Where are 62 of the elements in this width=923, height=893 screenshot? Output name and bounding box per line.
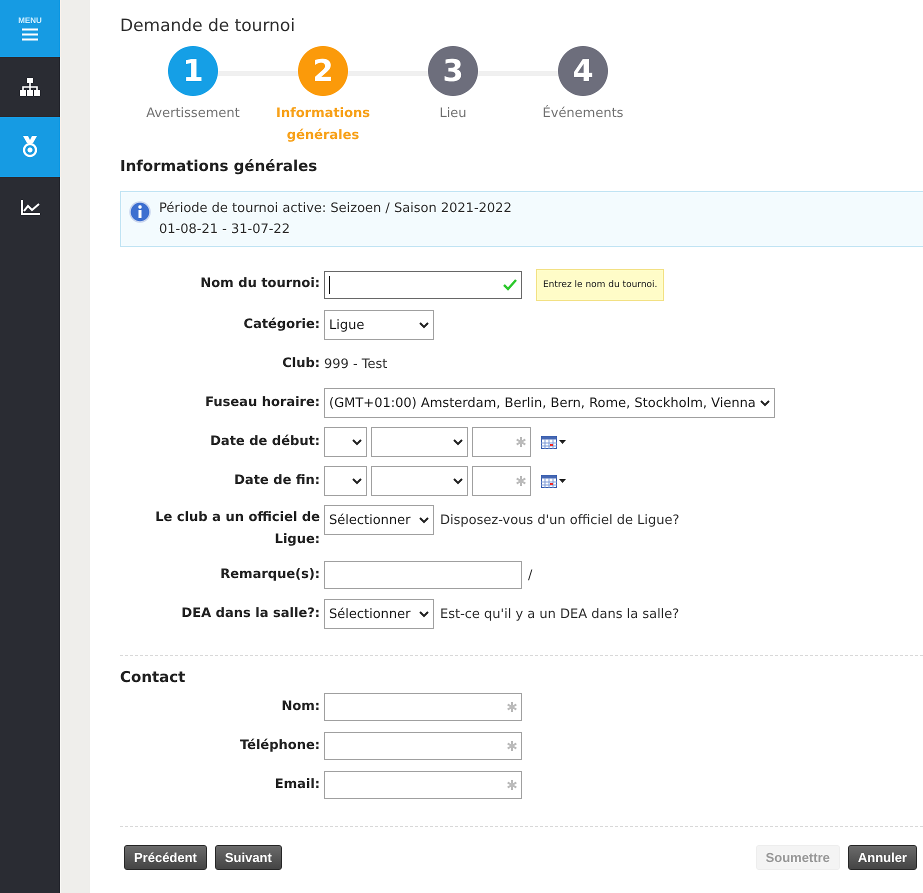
chevron-icon xyxy=(352,438,362,446)
field-label: Le club a un officiel de Ligue: xyxy=(154,509,320,549)
field-label: Catégorie: xyxy=(242,316,320,334)
month-dropdown[interactable] xyxy=(371,427,468,457)
chevron-icon xyxy=(419,610,429,618)
check-icon xyxy=(503,279,517,291)
chevron-icon xyxy=(453,478,463,484)
dropdown[interactable]: Ligue xyxy=(324,310,434,340)
calendar-dropdown-icon[interactable] xyxy=(541,435,567,449)
menu-icon xyxy=(22,28,38,41)
step-label: Informations générales xyxy=(274,105,371,145)
info-text: 01-08-21 - 31-07-22 xyxy=(159,221,291,239)
chevron-icon xyxy=(419,516,429,524)
field-label: Nom: xyxy=(280,698,320,716)
medal-icon xyxy=(22,136,38,158)
sitemap-icon xyxy=(20,78,40,96)
step-number[interactable]: 4 xyxy=(558,46,608,96)
text-field[interactable] xyxy=(324,693,522,721)
chevron-icon xyxy=(419,322,429,328)
field-label: DEA dans la salle?: xyxy=(180,605,320,623)
action-button[interactable]: Suivant xyxy=(214,845,282,870)
field-label: Téléphone: xyxy=(239,737,320,755)
year-field[interactable] xyxy=(472,427,531,457)
calendar-dropdown-icon[interactable] xyxy=(541,474,567,488)
separator-text: / xyxy=(528,568,532,582)
text-field[interactable] xyxy=(324,732,522,760)
value-text: 999 - Test xyxy=(324,356,388,372)
field-label: Date de début: xyxy=(209,433,320,451)
step-label: Lieu xyxy=(438,105,468,123)
day-dropdown[interactable] xyxy=(324,466,367,496)
action-button[interactable]: Précédent xyxy=(124,845,207,870)
page-title: Demande de tournoi xyxy=(120,16,296,36)
action-button[interactable]: Annuler xyxy=(848,845,917,870)
section-title: Contact xyxy=(120,668,186,686)
text-field[interactable] xyxy=(324,271,522,299)
section-title: Informations générales xyxy=(120,157,318,175)
tooltip: Entrez le nom du tournoi. xyxy=(536,269,664,301)
info-text: Période de tournoi active: Seizoen / Saison 2021-2022 xyxy=(159,200,512,218)
field-label: Fuseau horaire: xyxy=(204,394,320,412)
hint-text: Est-ce qu'il y a un DEA dans la salle? xyxy=(440,606,680,622)
dropdown[interactable]: Sélectionner xyxy=(324,599,434,629)
info-icon xyxy=(129,201,151,223)
text-field[interactable] xyxy=(324,561,522,589)
hint-text: Disposez-vous d'un officiel de Ligue? xyxy=(440,512,680,528)
chevron-icon xyxy=(352,478,362,484)
field-label: Club: xyxy=(281,355,320,373)
step-number[interactable]: 3 xyxy=(428,46,478,96)
chevron-icon xyxy=(453,438,463,446)
step-label: Événements xyxy=(542,104,624,123)
step-label: Avertissement xyxy=(145,105,241,123)
field-label: Email: xyxy=(274,776,320,794)
dropdown[interactable]: Sélectionner xyxy=(324,505,434,535)
field-label: Nom du tournoi: xyxy=(199,275,320,293)
dropdown[interactable]: (GMT+01:00) Amsterdam, Berlin, Bern, Rome, Stockholm, Vienna xyxy=(324,388,775,418)
text-field[interactable] xyxy=(324,771,522,799)
year-field[interactable] xyxy=(472,466,531,496)
chevron-icon xyxy=(760,400,770,406)
field-label: Date de fin: xyxy=(233,472,320,490)
day-dropdown[interactable] xyxy=(324,427,367,457)
line-chart-icon xyxy=(20,200,40,214)
month-dropdown[interactable] xyxy=(371,466,468,496)
field-label: Remarque(s): xyxy=(219,566,320,584)
